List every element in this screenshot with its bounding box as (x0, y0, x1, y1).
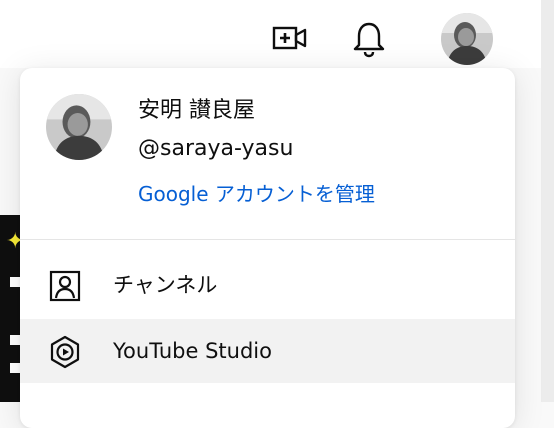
page-scrollbar[interactable] (541, 0, 554, 402)
masthead (0, 0, 554, 68)
account-handle: @saraya-yasu (138, 136, 294, 161)
account-avatar[interactable] (441, 13, 493, 65)
person-box-icon (48, 269, 82, 303)
notifications-bell-icon[interactable] (352, 20, 386, 58)
background-thumbnail-mark (10, 335, 20, 345)
create-video-icon[interactable] (272, 24, 308, 54)
menu-item-label: YouTube Studio (113, 339, 272, 363)
manage-google-account-link[interactable]: Google アカウントを管理 (138, 180, 375, 208)
account-name: 安明 讃良屋 (138, 98, 255, 123)
menu-item-youtube-studio[interactable]: YouTube Studio (20, 319, 515, 383)
background-video-thumbnail: ✦ (0, 215, 24, 402)
background-thumbnail-mark (10, 363, 20, 373)
youtube-studio-icon (48, 335, 82, 369)
menu-item-channel[interactable]: チャンネル (20, 253, 515, 317)
menu-avatar (46, 94, 112, 160)
menu-divider (20, 239, 515, 240)
account-menu: 安明 讃良屋 @saraya-yasu Google アカウントを管理 チャンネ… (20, 68, 515, 428)
menu-item-label: チャンネル (113, 273, 218, 297)
background-thumbnail-mark (10, 277, 20, 287)
